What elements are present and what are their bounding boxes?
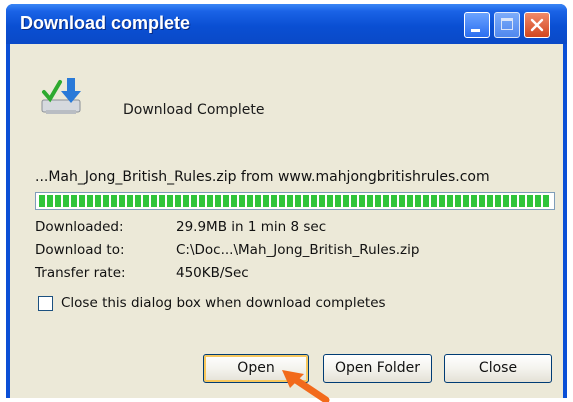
dialog-body: Download Complete ...Mah_Jong_British_Ru… (10, 44, 563, 402)
download-to-value: C:\Doc...\Mah_Jong_British_Rules.zip (176, 242, 420, 258)
download-status-heading: Download Complete (123, 102, 265, 118)
downloaded-value: 29.9MB in 1 min 8 sec (176, 219, 327, 235)
close-icon[interactable] (524, 12, 550, 38)
download-source: ...Mah_Jong_British_Rules.zip from www.m… (35, 169, 490, 185)
download-icon (41, 78, 81, 114)
downloaded-label: Downloaded: (35, 219, 124, 235)
transfer-rate-label: Transfer rate: (35, 265, 126, 281)
download-complete-window: Download complete Download Complete ...M… (6, 4, 567, 402)
transfer-rate-value: 450KB/Sec (176, 265, 249, 281)
download-to-label: Download to: (35, 242, 125, 258)
pointer-arrow-icon (282, 370, 330, 402)
close-button[interactable]: Close (444, 354, 552, 383)
close-on-complete-label[interactable]: Close this dialog box when download comp… (61, 295, 386, 311)
progress-bar (35, 192, 555, 210)
close-on-complete-checkbox[interactable] (38, 296, 53, 311)
minimize-icon[interactable] (464, 12, 490, 38)
progress-fill (39, 195, 551, 207)
title-bar[interactable]: Download complete (6, 4, 567, 44)
maximize-icon[interactable] (494, 12, 520, 38)
window-title: Download complete (20, 13, 191, 33)
open-folder-button[interactable]: Open Folder (323, 354, 432, 383)
